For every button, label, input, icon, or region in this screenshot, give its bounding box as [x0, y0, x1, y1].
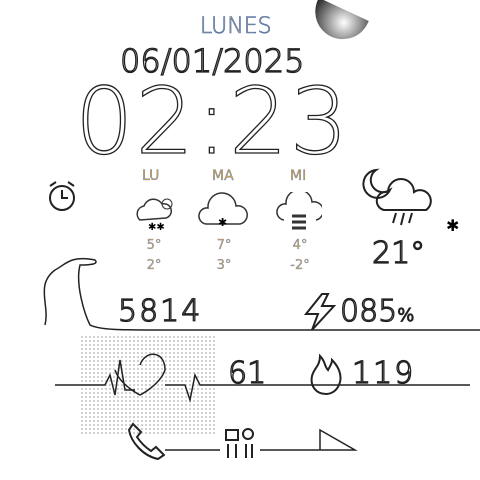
battery-unit: %: [397, 304, 415, 326]
time: 02:23: [74, 68, 351, 175]
flame-icon: [310, 353, 342, 396]
lightning-icon: [303, 293, 337, 331]
weekday: LUNES: [200, 14, 272, 40]
battery-level: 085%: [339, 293, 415, 329]
alarm-icon[interactable]: [44, 178, 80, 214]
heart-rate-value: 61: [227, 355, 267, 391]
play-icon[interactable]: [165, 420, 365, 460]
calories-value: 119: [351, 355, 416, 391]
forecast-day-label: LU: [142, 168, 160, 184]
forecast-day-label: MA: [212, 168, 234, 184]
steps-count: 5814: [117, 293, 203, 329]
night-rain-cloud-icon: [362, 168, 432, 226]
forecast-day-label: MI: [290, 168, 307, 184]
battery-value: 085: [339, 293, 398, 329]
moon-phase-icon: [306, 0, 369, 49]
phone-icon[interactable]: [125, 420, 165, 460]
